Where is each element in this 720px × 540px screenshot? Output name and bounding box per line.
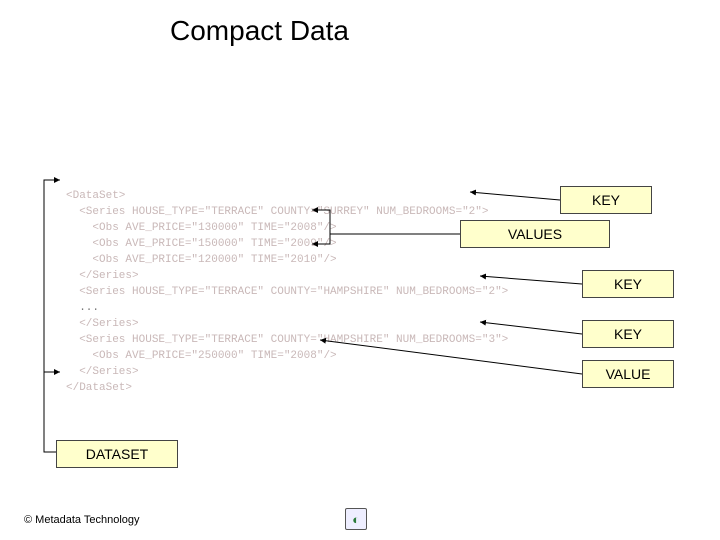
key-label-box: KEY [582, 320, 674, 348]
xml-block: <DataSet> <Series HOUSE_TYPE="TERRACE" C… [66, 172, 508, 396]
xml-line: <DataSet> [66, 190, 125, 202]
footer-copyright: © Metadata Technology [24, 514, 140, 526]
xml-line: <Series HOUSE_TYPE="TERRACE" COUNTY="SUR… [66, 206, 488, 218]
key-label-box: KEY [582, 270, 674, 298]
xml-line: <Series HOUSE_TYPE="TERRACE" COUNTY="HAM… [66, 286, 508, 298]
xml-line: </Series> [66, 270, 139, 282]
xml-line: </Series> [66, 366, 139, 378]
page-title: Compact Data [170, 15, 349, 47]
xml-line: <Obs AVE_PRICE="120000" TIME="2010"/> [66, 254, 337, 266]
xml-line: <Series HOUSE_TYPE="TERRACE" COUNTY="HAM… [66, 334, 508, 346]
xml-line: </Series> [66, 318, 139, 330]
values-label-box: VALUES [460, 220, 610, 248]
xml-line: ... [66, 302, 99, 314]
xml-line: <Obs AVE_PRICE="130000" TIME="2008"/> [66, 222, 337, 234]
xml-line: </DataSet> [66, 382, 132, 394]
logo-icon: ◐ [345, 508, 367, 530]
xml-line: <Obs AVE_PRICE="250000" TIME="2008"/> [66, 350, 337, 362]
value-label-box: VALUE [582, 360, 674, 388]
key-label-box: KEY [560, 186, 652, 214]
xml-line: <Obs AVE_PRICE="150000" TIME="2009"/> [66, 238, 337, 250]
dataset-label-box: DATASET [56, 440, 178, 468]
